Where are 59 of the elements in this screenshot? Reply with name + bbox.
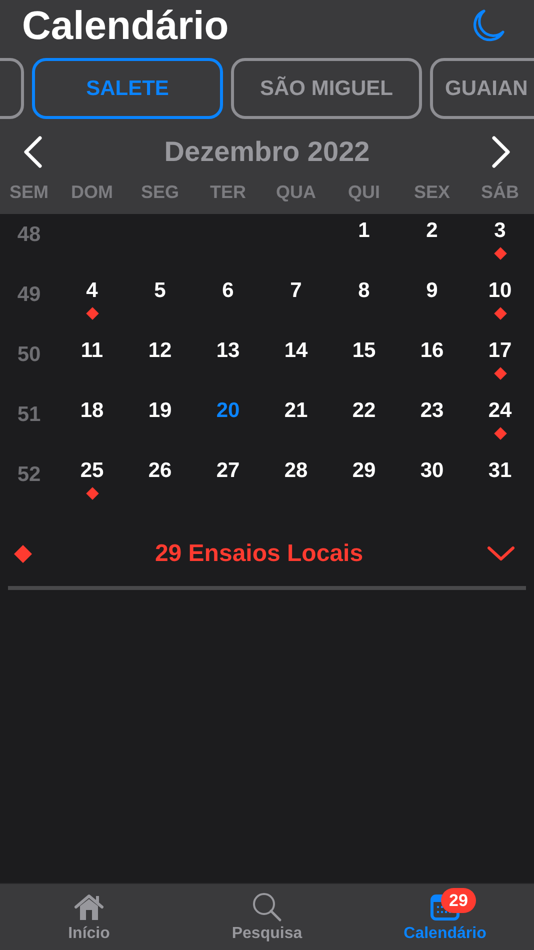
- day-number[interactable]: 28: [284, 459, 308, 483]
- home-icon: [73, 892, 105, 922]
- week-number: 49: [17, 282, 41, 308]
- weekday-label: SEX: [412, 181, 452, 204]
- day-number[interactable]: 1: [358, 219, 370, 243]
- search-icon: [252, 892, 282, 922]
- tab-label: Pesquisa: [232, 924, 302, 944]
- day-number[interactable]: 23: [420, 399, 444, 423]
- day-number[interactable]: 30: [420, 459, 444, 483]
- tab-bar-item[interactable]: Pesquisa: [178, 884, 356, 950]
- weekday-label: SÁB: [480, 181, 520, 204]
- day-number[interactable]: 10: [488, 279, 512, 303]
- weekday-label: QUA: [275, 181, 317, 204]
- page-title: Calendário: [22, 6, 229, 46]
- day-number[interactable]: 7: [290, 279, 302, 303]
- day-number[interactable]: 16: [420, 339, 444, 363]
- day-number[interactable]: 4: [86, 279, 98, 303]
- weekday-label: TER: [209, 181, 247, 204]
- weekday-label: SEM: [8, 181, 50, 204]
- day-number[interactable]: 2: [426, 219, 438, 243]
- tab-bar-item[interactable]: Início: [0, 884, 178, 950]
- day-number[interactable]: 20: [216, 399, 240, 423]
- day-number[interactable]: 18: [80, 399, 104, 423]
- tab-label: Início: [68, 924, 110, 944]
- week-number: 48: [17, 222, 41, 248]
- day-number[interactable]: 8: [358, 279, 370, 303]
- tab-bar-item[interactable]: Calendário 29: [356, 884, 534, 950]
- events-summary: 29 Ensaios Locais: [154, 539, 364, 569]
- day-number[interactable]: 5: [154, 279, 166, 303]
- day-number[interactable]: 26: [148, 459, 172, 483]
- day-number[interactable]: 6: [222, 279, 234, 303]
- day-number[interactable]: 15: [352, 339, 376, 363]
- day-number[interactable]: 12: [148, 339, 172, 363]
- weekday-label: QUI: [346, 181, 381, 204]
- day-number[interactable]: 21: [284, 399, 308, 423]
- day-number[interactable]: 27: [216, 459, 240, 483]
- day-number[interactable]: 11: [80, 339, 104, 363]
- day-number[interactable]: 3: [494, 219, 506, 243]
- day-number[interactable]: 17: [488, 339, 512, 363]
- filter-chip[interactable]: GUAIAN: [430, 58, 534, 119]
- day-number[interactable]: 31: [488, 459, 512, 483]
- day-number[interactable]: 24: [488, 399, 512, 423]
- day-number[interactable]: 22: [352, 399, 376, 423]
- day-number[interactable]: 9: [426, 279, 438, 303]
- notification-badge: 29: [441, 888, 476, 913]
- filter-chip[interactable]: SÃO MIGUEL: [231, 58, 422, 119]
- tab-label: Calendário: [404, 924, 486, 944]
- weekday-label: DOM: [70, 181, 114, 204]
- day-number[interactable]: 29: [352, 459, 376, 483]
- day-number[interactable]: 13: [216, 339, 240, 363]
- day-number[interactable]: 19: [148, 399, 172, 423]
- week-number: 52: [17, 462, 41, 488]
- week-number: 50: [17, 342, 41, 368]
- event-diamond-icon: [14, 545, 32, 563]
- day-number[interactable]: 14: [284, 339, 308, 363]
- weekday-label: SEG: [140, 181, 180, 204]
- month-title: Dezembro 2022: [164, 135, 370, 169]
- day-number[interactable]: 25: [80, 459, 104, 483]
- week-number: 51: [17, 402, 41, 428]
